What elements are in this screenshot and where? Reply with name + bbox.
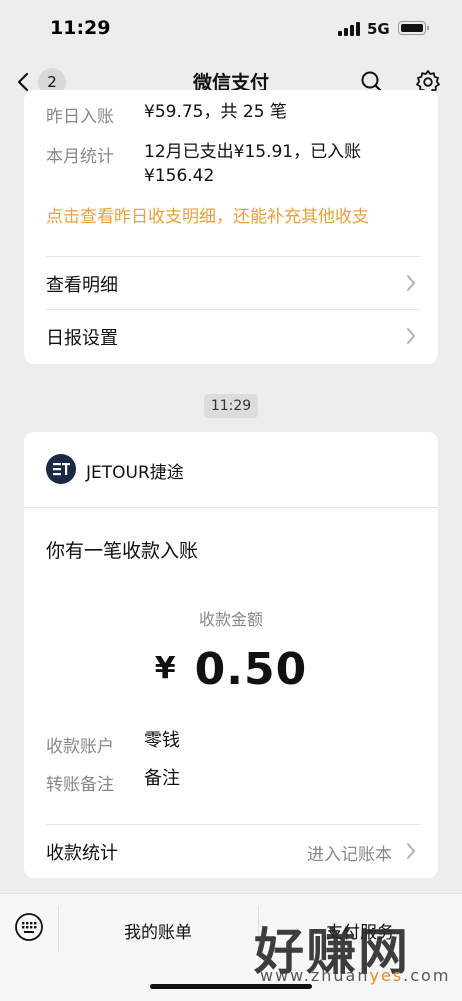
status-bar: 11:29 5G bbox=[0, 0, 462, 58]
my-bills-menu[interactable]: 我的账单 bbox=[124, 918, 192, 943]
merchant-logo bbox=[46, 454, 76, 484]
keyboard-icon[interactable] bbox=[14, 912, 44, 942]
amount-label: 收款金额 bbox=[198, 610, 263, 629]
account-label: 收款账户 bbox=[46, 737, 114, 757]
yesterday-value: ¥59.75，共 25 笔 bbox=[144, 102, 287, 122]
separator bbox=[58, 906, 59, 952]
remark-value: 备注 bbox=[144, 768, 180, 789]
report-settings-row[interactable]: 日报设置 bbox=[24, 310, 438, 362]
payment-stats-row[interactable]: 收款统计 进入记账本 bbox=[24, 825, 438, 877]
chevron-right-icon bbox=[407, 275, 415, 291]
yesterday-label: 昨日入账 bbox=[46, 107, 114, 127]
payment-notice-card[interactable]: JETOUR捷途 你有一笔收款入账 收款金额 ¥0.50 收款账户 零钱 转账备… bbox=[24, 432, 438, 878]
amount-value: 0.50 bbox=[194, 644, 308, 695]
chevron-right-icon bbox=[407, 843, 415, 859]
daily-report-card: 昨日入账 ¥59.75，共 25 笔 本月统计 12月已支出¥15.91，已入账… bbox=[24, 90, 438, 364]
view-detail-row[interactable]: 查看明细 bbox=[24, 257, 438, 309]
ledger-link: 进入记账本 bbox=[307, 845, 392, 865]
divider bbox=[24, 507, 438, 508]
remark-label: 转账备注 bbox=[46, 775, 114, 795]
month-value-line1: 12月已支出¥15.91，已入账 bbox=[144, 142, 362, 162]
amount: ¥0.50 bbox=[24, 644, 438, 695]
detail-tip[interactable]: 点击查看昨日收支明细，还能补充其他收支 bbox=[46, 202, 369, 227]
battery-icon bbox=[398, 21, 429, 35]
notice-title: 你有一笔收款入账 bbox=[46, 540, 199, 562]
account-value: 零钱 bbox=[144, 730, 180, 751]
home-indicator bbox=[150, 984, 312, 989]
signal-icon bbox=[338, 22, 360, 36]
currency-symbol: ¥ bbox=[154, 651, 177, 686]
network-type: 5G bbox=[367, 20, 390, 38]
jetour-logo-icon bbox=[53, 463, 70, 476]
chevron-right-icon bbox=[407, 328, 415, 344]
month-value: 12月已支出¥15.91，已入账 ¥156.42 bbox=[144, 140, 361, 188]
month-label: 本月统计 bbox=[46, 147, 114, 167]
merchant-name: JETOUR捷途 bbox=[86, 463, 184, 483]
payment-stats-label: 收款统计 bbox=[46, 843, 118, 864]
message-timestamp: 11:29 bbox=[204, 394, 258, 418]
report-settings-label: 日报设置 bbox=[46, 328, 118, 349]
view-detail-label: 查看明细 bbox=[46, 275, 118, 296]
status-time: 11:29 bbox=[50, 17, 111, 39]
month-value-line2: ¥156.42 bbox=[144, 166, 215, 186]
watermark-url: www.zhuanyes.com bbox=[260, 966, 451, 985]
